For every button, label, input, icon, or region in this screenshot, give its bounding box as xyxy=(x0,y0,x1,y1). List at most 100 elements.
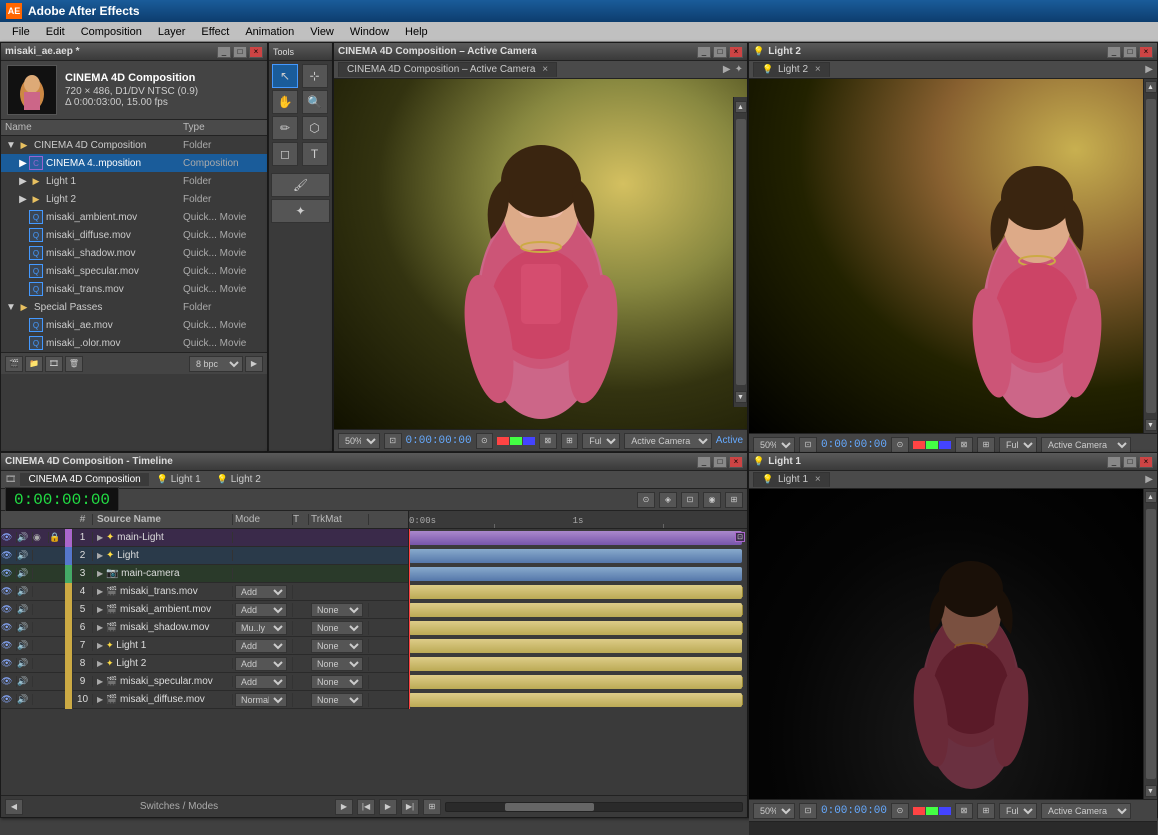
mode-select[interactable]: Add xyxy=(235,675,287,689)
navigate-start-button[interactable]: |◀ xyxy=(357,799,375,815)
motion-blur-button[interactable]: ◉ xyxy=(703,492,721,508)
list-item[interactable]: Q misaki_ambient.mov Quick... Movie xyxy=(1,208,267,226)
zoom-select[interactable]: 50% xyxy=(753,437,795,453)
menu-edit[interactable]: Edit xyxy=(38,22,73,41)
visibility-icon[interactable]: 👁 xyxy=(1,676,12,686)
clone-tool[interactable]: ✦ xyxy=(271,199,330,223)
timeline-tab-main[interactable]: CINEMA 4D Composition xyxy=(20,473,148,486)
navigate-next-button[interactable]: ▶ xyxy=(335,799,353,815)
audio-icon[interactable]: 🔊 xyxy=(17,640,28,650)
zoom-select[interactable]: 50% xyxy=(753,803,795,819)
menu-file[interactable]: File xyxy=(4,22,38,41)
expand-arrow[interactable]: ▶ xyxy=(97,533,103,542)
visibility-icon[interactable]: 👁 xyxy=(1,694,12,704)
trkmat-select[interactable]: None xyxy=(311,621,363,635)
navigate-prev-button[interactable]: ◀ xyxy=(5,799,23,815)
solo-icon[interactable]: ◉ xyxy=(33,532,41,542)
layer-bar-10[interactable] xyxy=(409,693,742,707)
audio-icon[interactable]: 🔊 xyxy=(17,532,28,542)
minimize-button[interactable]: _ xyxy=(697,456,711,468)
enable-all-button[interactable]: ⊙ xyxy=(637,492,655,508)
mode-select[interactable]: AddNormal xyxy=(235,585,287,599)
trkmat-select[interactable]: None xyxy=(311,693,363,707)
list-item[interactable]: ▼ ▶ Special Passes Folder xyxy=(1,298,267,316)
close-button[interactable]: × xyxy=(249,46,263,58)
menu-effect[interactable]: Effect xyxy=(193,22,237,41)
trkmat-select[interactable]: None xyxy=(311,675,363,689)
set-current-time-button[interactable]: ⊙ xyxy=(476,433,494,449)
maximize-button[interactable]: □ xyxy=(713,456,727,468)
audio-icon[interactable]: 🔊 xyxy=(17,550,28,560)
ratio-button[interactable]: ⊞ xyxy=(977,803,995,819)
layer-bar-8[interactable] xyxy=(409,657,742,671)
hand-tool[interactable]: ✋ xyxy=(272,90,298,114)
quality-select[interactable]: Full xyxy=(999,803,1037,819)
fit-button[interactable]: ⊡ xyxy=(799,803,817,819)
layer-row-2[interactable]: 👁 🔊 2 ▶ ✦ Light xyxy=(1,547,408,565)
frame-blending-button[interactable]: ⊞ xyxy=(725,492,743,508)
layer-row-8[interactable]: 👁 🔊 8 ▶ ✦ Light 2 Add xyxy=(1,655,408,673)
close-tab-icon[interactable]: × xyxy=(815,474,821,485)
light2-tab[interactable]: 💡 Light 2 × xyxy=(753,62,830,77)
time-button[interactable]: ⊙ xyxy=(891,437,909,453)
timeline-tab-light1[interactable]: 💡 Light 1 xyxy=(149,473,209,486)
menu-layer[interactable]: Layer xyxy=(150,22,194,41)
visibility-icon[interactable]: 👁 xyxy=(1,640,12,650)
trkmat-select[interactable]: None xyxy=(311,657,363,671)
mode-select[interactable]: Add xyxy=(235,657,287,671)
layer-row-1[interactable]: 👁 🔊 ◉ 🔒 1 ▶ ✦ main-Light xyxy=(1,529,408,547)
layer-bar-4[interactable] xyxy=(409,585,742,599)
playhead[interactable] xyxy=(409,529,410,709)
timeline-tab-light2[interactable]: 💡 Light 2 xyxy=(209,473,269,486)
list-item[interactable]: Q misaki_diffuse.mov Quick... Movie xyxy=(1,226,267,244)
maximize-button[interactable]: □ xyxy=(233,46,247,58)
zoom-select[interactable]: 50% 100% 25% xyxy=(338,433,380,449)
layer-row-10[interactable]: 👁 🔊 10 ▶ 🎬 misaki_diffuse.mov NormalAdd xyxy=(1,691,408,709)
list-item[interactable]: ▶ C CINEMA 4..mposition Composition xyxy=(1,154,267,172)
mode-select[interactable]: AddNormal xyxy=(235,603,287,617)
transparency-button[interactable]: ⊠ xyxy=(539,433,557,449)
quality-select[interactable]: Full xyxy=(999,437,1037,453)
visibility-icon[interactable]: 👁 xyxy=(1,622,12,632)
pen-tool[interactable]: ✏ xyxy=(272,116,298,140)
close-tab-icon[interactable]: × xyxy=(815,64,821,75)
alpha-button[interactable]: ⊠ xyxy=(955,437,973,453)
viewer-tab-main[interactable]: CINEMA 4D Composition – Active Camera × xyxy=(338,62,557,77)
ratio-button[interactable]: ⊞ xyxy=(977,437,995,453)
layer-bar-2[interactable] xyxy=(409,549,742,563)
list-item[interactable]: Q misaki_.olor.mov Quick... Movie xyxy=(1,334,267,352)
switches-modes-label[interactable]: Switches / Modes xyxy=(27,801,331,812)
expand-arrow[interactable]: ▶ xyxy=(97,659,103,668)
zoom-tool[interactable]: 🔍 xyxy=(302,90,328,114)
mode-select[interactable]: Add xyxy=(235,639,287,653)
bit-depth-select[interactable]: 8 bpc 16 bpc 32 bpc xyxy=(189,356,243,372)
mask-tool[interactable]: ⬡ xyxy=(302,116,328,140)
maximize-button[interactable]: □ xyxy=(713,46,727,58)
scroll-up-icon[interactable]: ▲ xyxy=(1145,491,1157,503)
more-options-button[interactable]: ▶ xyxy=(245,356,263,372)
expand-arrow[interactable]: ▶ xyxy=(97,677,103,686)
visibility-icon[interactable]: 👁 xyxy=(1,550,12,560)
visibility-icon[interactable]: 👁 xyxy=(1,604,12,614)
menu-help[interactable]: Help xyxy=(397,22,436,41)
light1-tab[interactable]: 💡 Light 1 × xyxy=(753,472,830,487)
fit-to-view-button[interactable]: ⊡ xyxy=(384,433,402,449)
mode-select[interactable]: NormalAdd xyxy=(235,693,287,707)
quality-select[interactable]: Full Half Third xyxy=(582,433,620,449)
expand-arrow[interactable]: ▶ xyxy=(97,641,103,650)
text-tool[interactable]: T xyxy=(302,142,328,166)
timeline-timecode[interactable]: 0:00:00:00 xyxy=(5,487,119,513)
scroll-down-icon[interactable]: ▼ xyxy=(1145,419,1157,431)
expand-arrow[interactable]: ▶ xyxy=(97,587,103,596)
expand-arrow[interactable]: ▶ xyxy=(97,695,103,704)
list-item[interactable]: Q misaki_shadow.mov Quick... Movie xyxy=(1,244,267,262)
audio-icon[interactable]: 🔊 xyxy=(17,676,28,686)
list-item[interactable]: ▶ ▶ Light 2 Folder xyxy=(1,190,267,208)
maximize-button[interactable]: □ xyxy=(1123,456,1137,468)
visibility-icon[interactable]: 👁 xyxy=(1,586,12,596)
layer-row-5[interactable]: 👁 🔊 5 ▶ 🎬 misaki_ambient.mov AddNormal xyxy=(1,601,408,619)
navigate-end-button[interactable]: ▶| xyxy=(401,799,419,815)
audio-icon[interactable]: 🔊 xyxy=(17,658,28,668)
solo-button[interactable]: ◈ xyxy=(659,492,677,508)
time-button[interactable]: ⊙ xyxy=(891,803,909,819)
